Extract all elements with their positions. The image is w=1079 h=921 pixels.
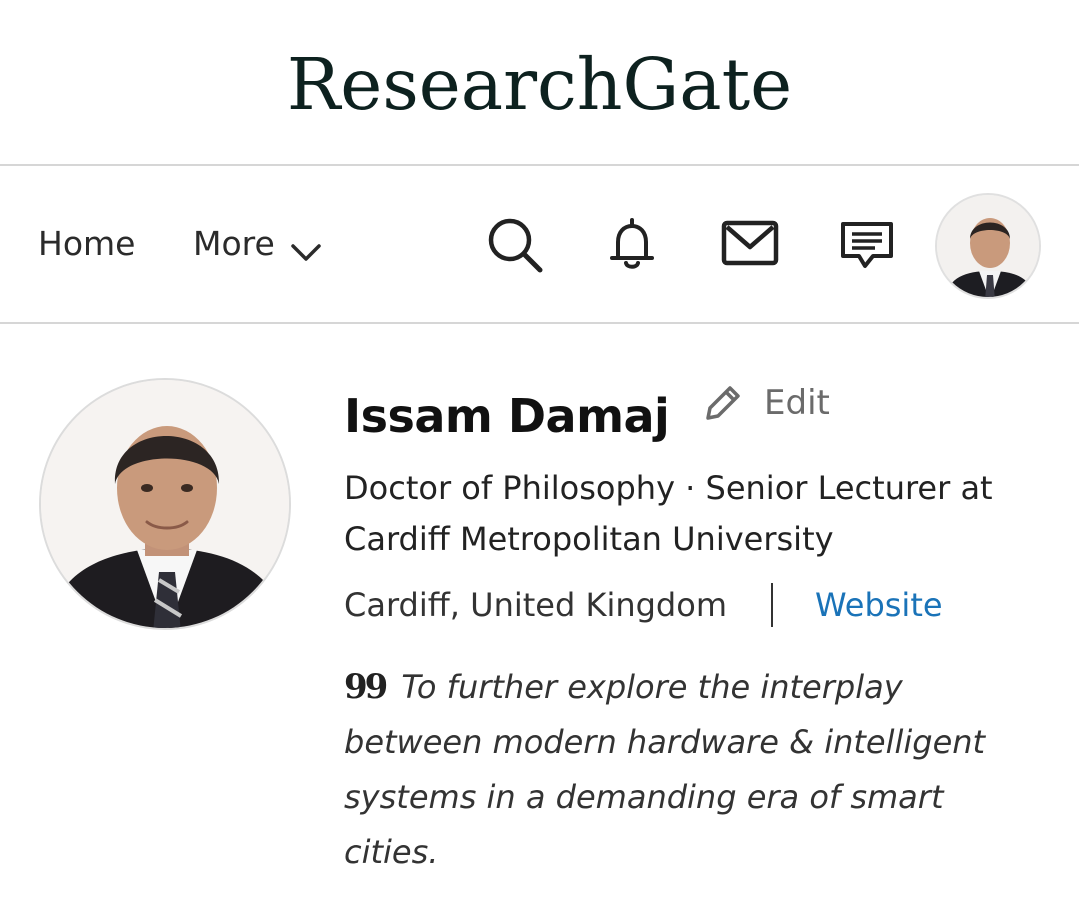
nav-home-link[interactable]: Home <box>38 222 135 266</box>
profile-quote-text: To further explore the interplay between… <box>344 668 986 871</box>
mail-icon[interactable] <box>720 218 780 268</box>
vertical-divider <box>770 583 773 627</box>
edit-profile-button[interactable]: Edit <box>700 378 830 428</box>
avatar[interactable] <box>935 193 1041 299</box>
profile-name: Issam Damaj <box>344 389 670 443</box>
search-icon[interactable] <box>486 216 544 274</box>
chat-icon[interactable] <box>837 218 897 272</box>
nav-more-label: More <box>193 224 275 263</box>
quote-icon: 99 <box>344 667 388 707</box>
chevron-down-icon <box>289 232 323 261</box>
website-link[interactable]: Website <box>815 581 943 629</box>
researchgate-logo[interactable]: ResearchGate <box>0 42 1079 128</box>
top-nav: Home More <box>0 166 1079 324</box>
pencil-icon <box>706 386 740 420</box>
profile-quote: 99 To further explore the interplay betwe… <box>344 660 1044 880</box>
profile-headline: Doctor of Philosophy · Senior Lecturer a… <box>344 469 993 558</box>
edit-label: Edit <box>764 383 830 423</box>
nav-more-menu[interactable]: More <box>193 222 323 266</box>
profile-location: Cardiff, United Kingdom <box>344 586 727 624</box>
bell-icon[interactable] <box>604 216 660 272</box>
brand-header: ResearchGate <box>0 0 1079 166</box>
profile-page: ResearchGate Home More Issam Damaj Edit … <box>0 0 1079 921</box>
location-row: Cardiff, United Kingdom Website <box>344 581 943 629</box>
profile-photo[interactable] <box>39 378 291 630</box>
